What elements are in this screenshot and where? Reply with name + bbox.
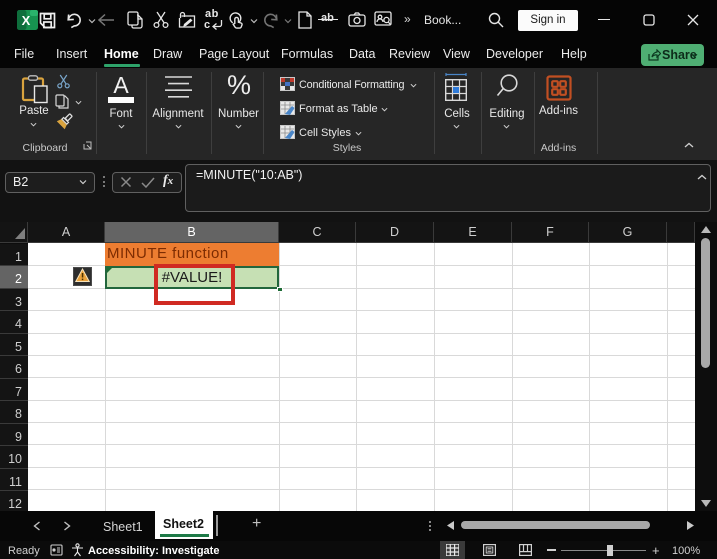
svg-text:X: X <box>22 13 31 28</box>
